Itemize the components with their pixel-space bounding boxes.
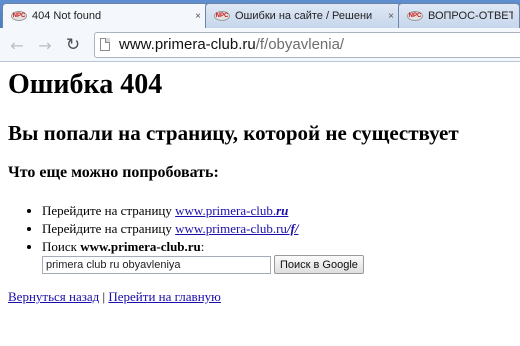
- tab-title: Ошибки на сайте / Решени: [235, 10, 373, 22]
- tab-site-errors[interactable]: NPC Ошибки на сайте / Решени ×: [205, 3, 401, 28]
- item-prefix: Поиск: [42, 239, 81, 254]
- address-bar[interactable]: www.primera-club.ru/f/obyavlenia/: [94, 32, 520, 58]
- forward-icon[interactable]: →: [34, 34, 56, 56]
- list-item: Перейдите на страницу www.primera-club.r…: [42, 220, 512, 238]
- item-prefix: Перейдите на страницу: [42, 221, 176, 236]
- google-search-form: Поиск в Google: [42, 255, 364, 274]
- suggestions-heading: Что еще можно попробовать:: [8, 164, 219, 181]
- tab-question-answer[interactable]: NPC ВОПРОС-ОТВЕТ от: [398, 3, 520, 28]
- url-host: www.primera-club.ru: [119, 36, 256, 53]
- link-strong-text: /f/: [286, 221, 299, 236]
- error-heading: Ошибка 404: [8, 69, 163, 100]
- link-text: www.primera-club.: [175, 203, 277, 218]
- tab-close-icon[interactable]: ×: [388, 11, 394, 22]
- item-prefix: Перейдите на страницу: [42, 203, 176, 218]
- page-icon: [100, 38, 110, 51]
- tab-title: ВОПРОС-ОТВЕТ от: [428, 10, 513, 22]
- search-input[interactable]: [42, 255, 271, 274]
- site-favicon-icon: NPC: [214, 11, 230, 21]
- bottom-links: Вернуться назад | Перейти на главную: [8, 289, 221, 305]
- item-suffix: :: [200, 239, 205, 254]
- reload-icon[interactable]: ↻: [62, 34, 84, 56]
- browser-chrome: NPC 404 Not found × NPC Ошибки на сайте …: [0, 0, 520, 62]
- google-search-button[interactable]: Поиск в Google: [274, 255, 364, 274]
- search-site-name: www.primera-club.ru: [80, 239, 201, 254]
- go-back-link[interactable]: Вернуться назад: [8, 289, 99, 304]
- tab-strip: NPC 404 Not found × NPC Ошибки на сайте …: [0, 0, 520, 28]
- url-text: www.primera-club.ru/f/obyavlenia/: [119, 36, 344, 53]
- site-favicon-icon: NPC: [11, 11, 27, 21]
- tab-title: 404 Not found: [32, 10, 102, 22]
- home-site-link[interactable]: www.primera-club.ru: [175, 203, 288, 218]
- link-separator: |: [99, 289, 109, 304]
- link-strong-text: ru: [276, 203, 289, 218]
- list-item: Поиск www.primera-club.ru:: [42, 238, 512, 256]
- error-subheading: Вы попали на страницу, которой не сущест…: [8, 121, 459, 145]
- link-text: www.primera-club.ru: [175, 221, 287, 236]
- list-item: Перейдите на страницу www.primera-club.r…: [42, 202, 512, 220]
- url-path: /f/obyavlenia/: [255, 36, 345, 53]
- tab-404-not-found[interactable]: NPC 404 Not found ×: [2, 3, 208, 28]
- back-icon[interactable]: ←: [6, 34, 28, 56]
- tab-close-icon[interactable]: ×: [195, 11, 201, 22]
- site-favicon-icon: NPC: [407, 11, 423, 21]
- browser-toolbar: ← → ↻ www.primera-club.ru/f/obyavlenia/: [0, 28, 520, 62]
- suggestions-list: Перейдите на страницу www.primera-club.r…: [8, 202, 512, 256]
- go-home-link[interactable]: Перейти на главную: [108, 289, 221, 304]
- forum-link[interactable]: www.primera-club.ru/f/: [175, 221, 298, 236]
